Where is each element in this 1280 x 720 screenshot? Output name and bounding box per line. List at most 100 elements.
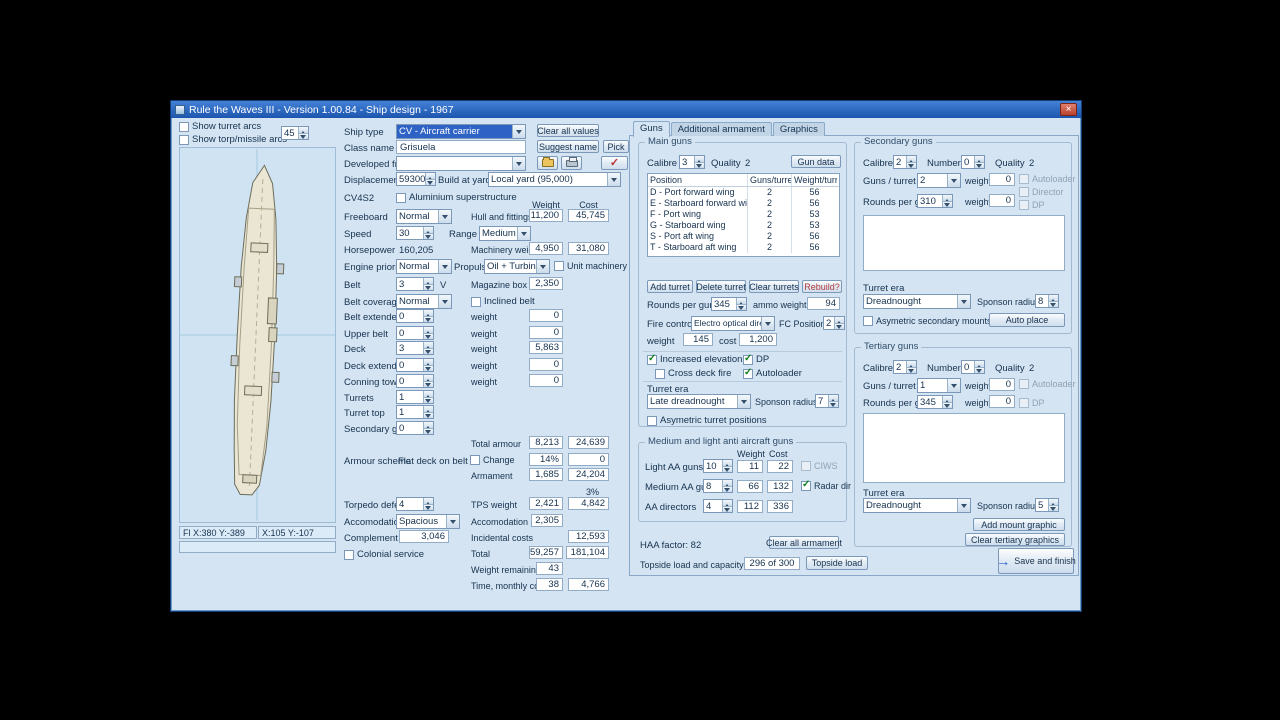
tab-graphics[interactable]: Graphics	[773, 122, 825, 136]
table-row[interactable]: T - Starboard aft wing 2 56	[648, 242, 839, 253]
add-turret-button[interactable]: Add turret	[647, 280, 693, 293]
ship-drawing-area[interactable]	[179, 147, 336, 523]
engine-priority-select[interactable]: Normal	[396, 259, 452, 274]
tab-additional-armament[interactable]: Additional armament	[671, 122, 772, 136]
asymmetric-secondary-checkbox[interactable]: Asymetric secondary mounts	[863, 316, 992, 326]
torpedo-defence-spinner[interactable]: 4	[396, 497, 434, 511]
tertiary-calibre-spinner[interactable]: 2	[893, 360, 917, 374]
print-button[interactable]	[561, 156, 582, 170]
accomodation-select[interactable]: Spacious	[396, 514, 460, 529]
dp-checkbox[interactable]: DP	[743, 354, 769, 365]
load-design-button[interactable]	[537, 156, 558, 170]
table-row[interactable]: S - Port aft wing 2 56	[648, 231, 839, 242]
secondary-sponson-spinner[interactable]: 8	[1035, 294, 1059, 308]
tertiary-turret-era-select[interactable]: Dreadnought	[863, 498, 971, 513]
change-armour-checkbox[interactable]: Change	[470, 455, 515, 465]
unit-machinery-checkbox[interactable]: Unit machinery	[554, 261, 627, 271]
turrets-spinner[interactable]: 1	[396, 390, 434, 404]
tertiary-guns-turret-select[interactable]: 1	[917, 378, 961, 393]
tertiary-dp-checkbox[interactable]: DP	[1019, 398, 1045, 408]
belt-coverage-select[interactable]: Normal	[396, 294, 452, 309]
deck-spinner[interactable]: 3	[396, 341, 434, 355]
aluminium-superstructure-checkbox[interactable]: Aluminium superstructure	[396, 192, 517, 203]
delete-turret-button[interactable]: Delete turret	[696, 280, 746, 293]
tab-guns[interactable]: Guns	[633, 121, 670, 137]
class-name-input[interactable]: Grisuela	[396, 140, 526, 154]
show-torp-arcs-checkbox[interactable]: Show torp/missile arcs	[179, 134, 287, 145]
medium-aa-spinner[interactable]: 8	[703, 479, 733, 493]
asymmetric-turret-checkbox[interactable]: Asymetric turret positions	[647, 415, 767, 426]
tps-cost: 4,842	[568, 497, 609, 510]
table-row[interactable]: D - Port forward wing 2 56	[648, 187, 839, 198]
conning-tower-spinner[interactable]: 0	[396, 374, 434, 388]
rebuild-button[interactable]: Rebuild?	[802, 280, 842, 293]
autoloader-checkbox[interactable]: Autoloader	[743, 368, 802, 379]
save-and-finish-button[interactable]: → Save and finish	[998, 548, 1074, 574]
main-rounds-spinner[interactable]: 345	[711, 297, 747, 311]
titlebar[interactable]: Rule the Waves III - Version 1.00.84 - S…	[171, 101, 1081, 118]
ship-type-select[interactable]: CV - Aircraft carrier	[396, 124, 526, 139]
secondary-mounts-listbox[interactable]	[863, 215, 1065, 271]
main-sponson-spinner[interactable]: 7	[815, 394, 839, 408]
belt-spinner[interactable]: 3	[396, 277, 434, 291]
tertiary-mounts-listbox[interactable]	[863, 413, 1065, 483]
add-mount-graphic-button[interactable]: Add mount graphic	[973, 518, 1065, 531]
clear-all-values-button[interactable]: Clear all values	[537, 124, 599, 137]
validate-button[interactable]: ✓	[601, 156, 628, 170]
deck-extended-spinner[interactable]: 0	[396, 358, 434, 372]
inclined-belt-checkbox[interactable]: Inclined belt	[471, 296, 535, 307]
displacement-spinner[interactable]: 59300	[396, 172, 436, 186]
colonial-service-checkbox[interactable]: Colonial service	[344, 549, 424, 560]
belt-extended-spinner[interactable]: 0	[396, 309, 434, 323]
increased-elevation-checkbox[interactable]: Increased elevation	[647, 354, 742, 365]
developed-from-select[interactable]	[396, 156, 526, 171]
suggest-name-button[interactable]: Suggest name	[537, 140, 599, 153]
clear-tertiary-graphics-button[interactable]: Clear tertiary graphics	[965, 533, 1065, 546]
tertiary-rounds-spinner[interactable]: 345	[917, 395, 953, 409]
tertiary-quality-value: 2	[1029, 363, 1034, 374]
ciws-checkbox[interactable]: CIWS	[801, 461, 838, 471]
propulsion-select[interactable]: Oil + Turbine	[484, 259, 550, 274]
fc-positions-spinner[interactable]: 2	[823, 316, 845, 330]
radar-director-checkbox[interactable]: Radar dir	[801, 481, 851, 491]
speed-spinner[interactable]: 30	[396, 226, 434, 240]
secondary-turret-era-select[interactable]: Dreadnought	[863, 294, 971, 309]
secondary-autoloader-checkbox[interactable]: Autoloader	[1019, 174, 1076, 184]
freeboard-select[interactable]: Normal	[396, 209, 452, 224]
group-title: Medium and light anti aircraft guns	[645, 436, 796, 447]
secondary-number-spinner[interactable]: 0	[961, 155, 985, 169]
topside-load-button[interactable]: Topside load	[806, 556, 868, 570]
tertiary-autoloader-checkbox[interactable]: Autoloader	[1019, 379, 1076, 389]
pick-button[interactable]: Pick	[603, 140, 629, 153]
show-turret-arcs-checkbox[interactable]: Show turret arcs	[179, 121, 261, 132]
build-yard-select[interactable]: Local yard (95,000)	[488, 172, 621, 187]
table-row[interactable]: G - Starboard wing 2 53	[648, 220, 839, 231]
close-button[interactable]: ×	[1060, 103, 1077, 116]
secondary-rounds-spinner[interactable]: 310	[917, 194, 953, 208]
aa-directors-spinner[interactable]: 4	[703, 499, 733, 513]
fire-control-select[interactable]: Electro optical director	[691, 316, 775, 331]
table-row[interactable]: F - Port wing 2 53	[648, 209, 839, 220]
secondary-guns-armour-spinner[interactable]: 0	[396, 421, 434, 435]
clear-turrets-button[interactable]: Clear turrets	[749, 280, 799, 293]
secondary-guns-turret-select[interactable]: 2	[917, 173, 961, 188]
main-calibre-spinner[interactable]: 3	[679, 155, 705, 169]
tertiary-number-spinner[interactable]: 0	[961, 360, 985, 374]
tertiary-sponson-spinner[interactable]: 5	[1035, 498, 1059, 512]
range-select[interactable]: Medium	[479, 226, 531, 241]
turret-era-select[interactable]: Late dreadnought	[647, 394, 751, 409]
secondary-director-checkbox[interactable]: Director	[1019, 187, 1064, 197]
secondary-calibre-spinner[interactable]: 2	[893, 155, 917, 169]
clear-all-armament-button[interactable]: Clear all armament	[769, 536, 839, 549]
secondary-dp-checkbox[interactable]: DP	[1019, 200, 1045, 210]
gun-data-button[interactable]: Gun data	[791, 155, 841, 168]
turret-top-spinner[interactable]: 1	[396, 405, 434, 419]
light-aa-spinner[interactable]: 10	[703, 459, 733, 473]
arc-range-spinner[interactable]: 45	[281, 126, 309, 140]
auto-place-button[interactable]: Auto place	[989, 313, 1065, 327]
upper-belt-spinner[interactable]: 0	[396, 326, 434, 340]
cross-deck-fire-checkbox[interactable]: Cross deck fire	[655, 368, 731, 379]
check-icon: ✓	[610, 158, 619, 168]
main-guns-turret-table[interactable]: Position Guns/turret Weight/turret D - P…	[647, 173, 840, 257]
table-row[interactable]: E - Starboard forward wing 2 56	[648, 198, 839, 209]
